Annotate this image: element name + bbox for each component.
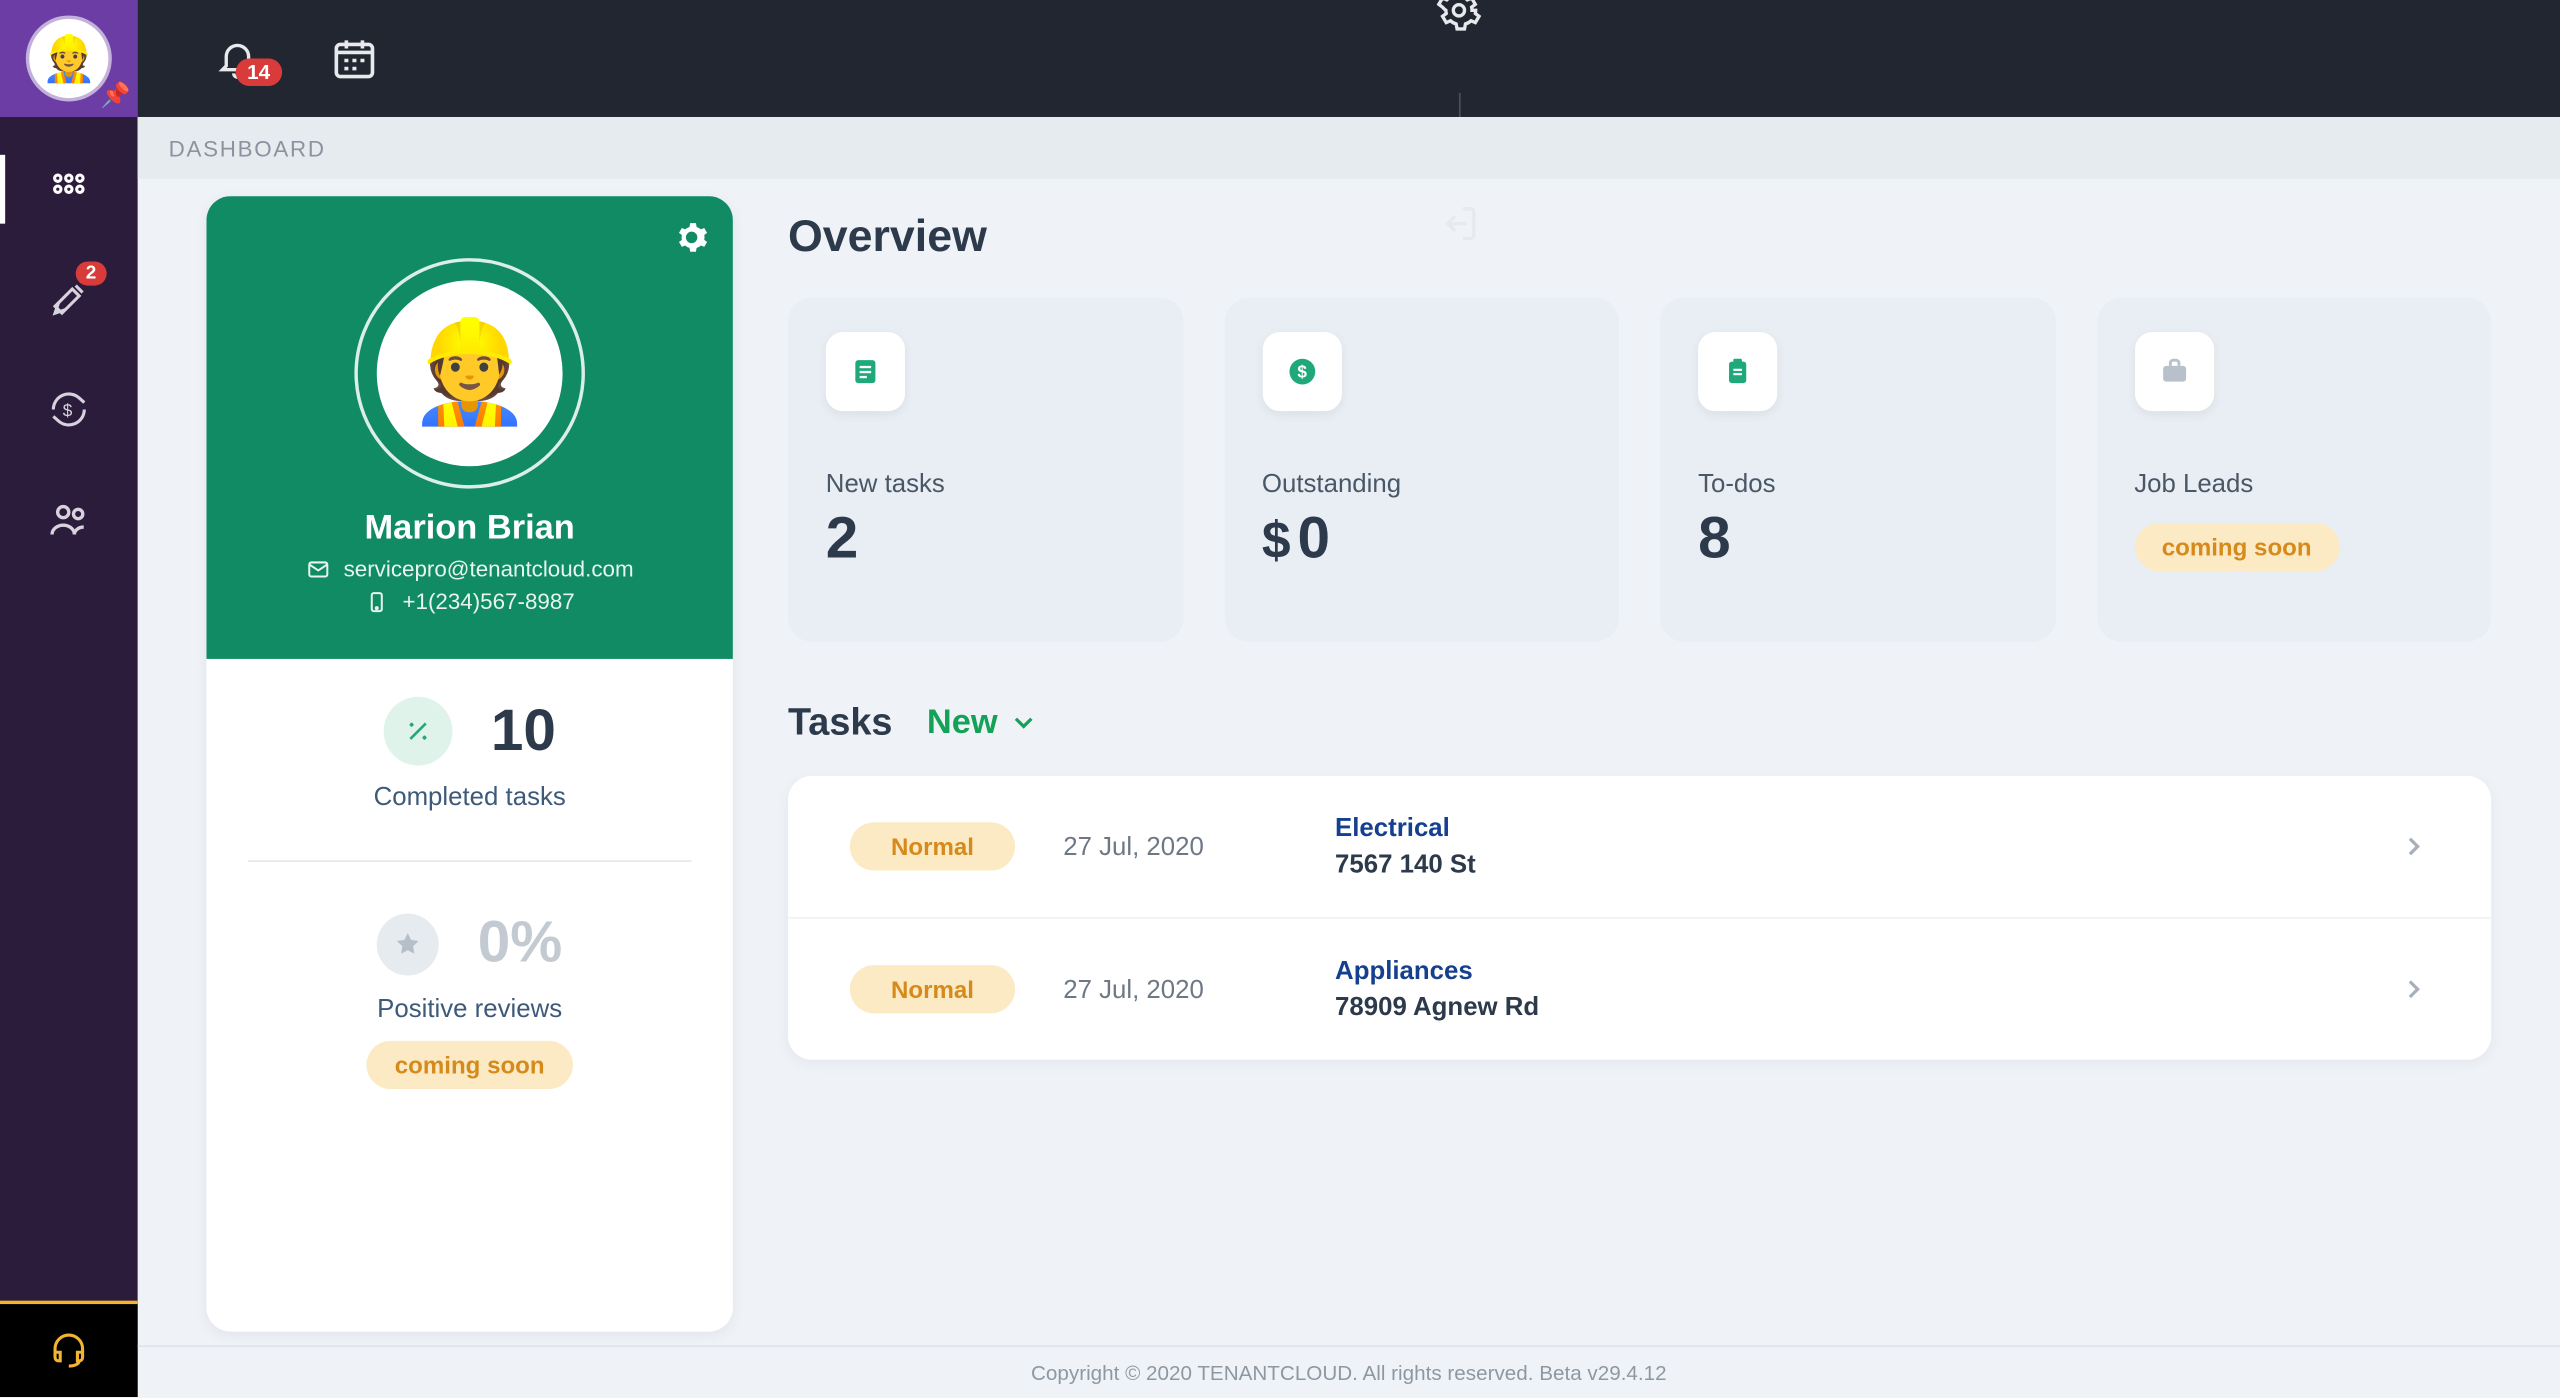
- card-value: 2: [826, 506, 1145, 573]
- chevron-right-icon: [2398, 831, 2429, 862]
- sidebar: 👷 📌 2 $: [0, 0, 138, 1397]
- divider: [248, 860, 692, 862]
- task-category: Electrical: [1335, 814, 2350, 843]
- profile-email: servicepro@tenantcloud.com: [237, 556, 702, 582]
- profile-card: 👷 Marion Brian servicepro@tenantcloud.co…: [206, 196, 732, 1331]
- clipboard-icon: [1698, 332, 1777, 411]
- reviews-percent: 0%: [478, 910, 563, 977]
- overview-card-new-tasks[interactable]: New tasks 2: [788, 298, 1183, 642]
- profile-name: Marion Brian: [237, 509, 702, 549]
- card-value: 8: [1698, 506, 2017, 573]
- tasks-list: Normal 27 Jul, 2020 Electrical 7567 140 …: [788, 776, 2491, 1060]
- task-address: 78909 Agnew Rd: [1335, 993, 2350, 1022]
- main-area: DASHBOARD 👷 Marion Brian servicepro@tena…: [138, 117, 2560, 1397]
- profile-phone: +1(234)567-8987: [237, 588, 702, 614]
- gear-icon: [1437, 0, 1482, 33]
- gear-icon: [674, 220, 708, 254]
- nav-maintenance-badge: 2: [75, 262, 106, 286]
- nav-finance[interactable]: $: [0, 375, 138, 444]
- task-row[interactable]: Normal 27 Jul, 2020 Appliances 78909 Agn…: [788, 917, 2491, 1060]
- tasks-filter-dropdown[interactable]: New: [927, 703, 1039, 743]
- overview-title: Overview: [788, 210, 2491, 263]
- profile-phone-text: +1(234)567-8987: [402, 588, 574, 614]
- overview-card-outstanding[interactable]: $ Outstanding $0: [1224, 298, 1619, 642]
- avatar-icon: 👷: [29, 19, 108, 98]
- task-row[interactable]: Normal 27 Jul, 2020 Electrical 7567 140 …: [788, 776, 2491, 917]
- svg-text:$: $: [63, 400, 73, 420]
- task-date: 27 Jul, 2020: [1063, 832, 1287, 861]
- people-icon: [46, 497, 91, 542]
- calendar-button[interactable]: [320, 24, 389, 93]
- profile-email-text: servicepro@tenantcloud.com: [344, 556, 634, 582]
- footer-text: Copyright © 2020 TENANTCLOUD. All rights…: [138, 1345, 2560, 1397]
- star-icon: [377, 913, 439, 975]
- reviews-coming-soon: coming soon: [367, 1041, 572, 1089]
- headset-icon: [48, 1330, 89, 1371]
- overview-card-to-dos[interactable]: To-dos 8: [1660, 298, 2055, 642]
- completed-count: 10: [491, 698, 556, 765]
- completed-label: Completed tasks: [237, 783, 702, 812]
- card-label: To-dos: [1698, 470, 2017, 499]
- pin-icon: 📌: [101, 81, 131, 110]
- nav-support[interactable]: [0, 1301, 138, 1397]
- chevron-right-icon: [2398, 974, 2429, 1005]
- chevron-down-icon: [1008, 707, 1039, 738]
- briefcase-icon: [2134, 332, 2213, 411]
- overview-card-job-leads: Job Leads coming soon: [2096, 298, 2491, 642]
- breadcrumb: DASHBOARD: [138, 117, 2560, 179]
- nav-maintenance[interactable]: 2: [0, 265, 138, 334]
- sidebar-avatar[interactable]: 👷 📌: [0, 0, 138, 117]
- reviews-label: Positive reviews: [237, 994, 702, 1023]
- card-label: Outstanding: [1262, 470, 1581, 499]
- refresh-dollar-icon: $: [48, 389, 89, 430]
- task-date: 27 Jul, 2020: [1063, 975, 1287, 1004]
- avatar-icon: 👷: [377, 280, 563, 466]
- svg-text:$: $: [1296, 361, 1306, 381]
- priority-badge: Normal: [850, 822, 1015, 870]
- priority-badge: Normal: [850, 965, 1015, 1013]
- task-category: Appliances: [1335, 957, 2350, 986]
- notifications-badge: 14: [235, 58, 282, 86]
- profile-avatar: 👷: [354, 258, 585, 489]
- profile-settings-button[interactable]: [674, 220, 708, 254]
- calendar-icon: [330, 34, 378, 82]
- card-label: Job Leads: [2134, 470, 2453, 499]
- mail-icon: [306, 557, 330, 581]
- card-label: New tasks: [826, 470, 1145, 499]
- coming-soon-badge: coming soon: [2134, 523, 2339, 571]
- phone-icon: [365, 589, 389, 613]
- card-value: $0: [1262, 506, 1581, 573]
- tasks-title: Tasks: [788, 700, 893, 745]
- tools-icon: [383, 697, 452, 766]
- nav-people[interactable]: [0, 485, 138, 554]
- dollar-icon: $: [1262, 332, 1341, 411]
- nav-dashboard[interactable]: [0, 155, 138, 224]
- note-icon: [826, 332, 905, 411]
- top-header: 14: [138, 0, 2560, 117]
- grid-icon: [50, 170, 88, 208]
- notifications-button[interactable]: 14: [203, 24, 272, 93]
- settings-button[interactable]: [1425, 0, 1494, 45]
- tasks-filter-value: New: [927, 703, 998, 743]
- task-address: 7567 140 St: [1335, 850, 2350, 879]
